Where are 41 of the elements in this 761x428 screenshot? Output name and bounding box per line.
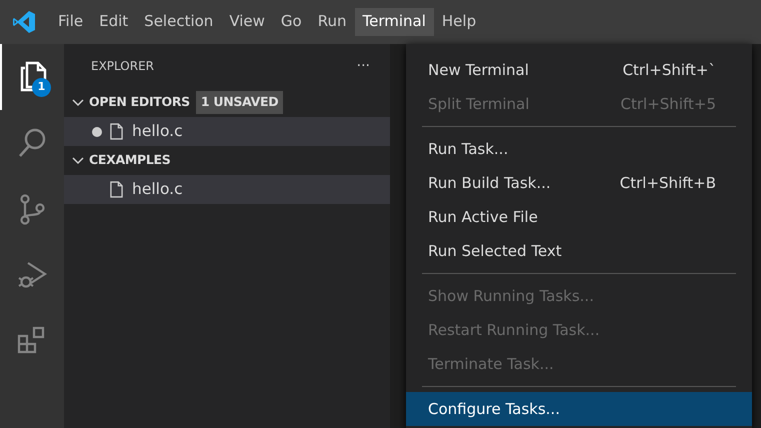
sidebar-title: EXPLORER — [91, 58, 154, 75]
menu-item[interactable]: Terminal — [354, 8, 434, 36]
file-name: hello.c — [132, 120, 183, 142]
app-logo-icon — [12, 10, 36, 34]
menu-item[interactable]: New Terminal Ctrl+Shift+` — [406, 53, 752, 87]
more-actions-button[interactable]: ··· — [356, 56, 370, 76]
unsaved-dot-icon — [92, 126, 102, 136]
menu-item-label: Split Terminal — [428, 94, 530, 115]
shortcut-label: Ctrl+Shift+` — [622, 60, 716, 81]
section-header[interactable]: OPEN EDITORS — [89, 93, 190, 112]
menu-item-label: New Terminal — [428, 60, 529, 81]
menu-item-label: Terminate Task... — [428, 354, 554, 375]
menu-item-label: Run Task... — [428, 138, 508, 160]
menu-item[interactable]: Go — [272, 8, 310, 36]
menu-item[interactable]: Run Build Task... Ctrl+Shift+B — [406, 166, 752, 200]
section-header[interactable]: CEXAMPLES — [89, 151, 170, 170]
file-row[interactable]: hello.c — [64, 175, 390, 204]
file-icon — [110, 181, 123, 198]
menu-item[interactable]: Help — [434, 8, 484, 36]
unsaved-badge: 1 UNSAVED — [196, 91, 284, 114]
shortcut-label: Ctrl+Shift+B — [620, 172, 716, 194]
menu-item-label: Run Active File — [428, 206, 538, 228]
menu-item[interactable]: Edit — [91, 8, 136, 36]
menu-item-label: Restart Running Task... — [428, 320, 600, 341]
menu-item-label: Configure Tasks... — [428, 398, 560, 420]
file-icon — [110, 123, 123, 140]
menu-item[interactable]: Run Task... — [406, 132, 752, 166]
menu-item-label: Run Selected Text — [428, 240, 562, 262]
menu-item[interactable]: View — [221, 8, 273, 36]
menu-item[interactable]: Run Selected Text — [406, 234, 752, 268]
file-row[interactable]: hello.c — [64, 117, 390, 146]
file-name: hello.c — [132, 178, 183, 200]
notification-badge: 1 — [32, 78, 51, 97]
menu-item[interactable]: File — [50, 8, 92, 36]
menu-item[interactable]: Configure Tasks... — [406, 392, 752, 426]
menu-item[interactable]: Selection — [136, 8, 222, 36]
menu-item-label: Show Running Tasks... — [428, 286, 594, 307]
menu-item[interactable]: Run — [310, 8, 354, 36]
shortcut-label: Ctrl+Shift+5 — [620, 94, 716, 115]
menu-item-label: Run Build Task... — [428, 172, 551, 194]
menu-item[interactable]: Run Active File — [406, 200, 752, 234]
